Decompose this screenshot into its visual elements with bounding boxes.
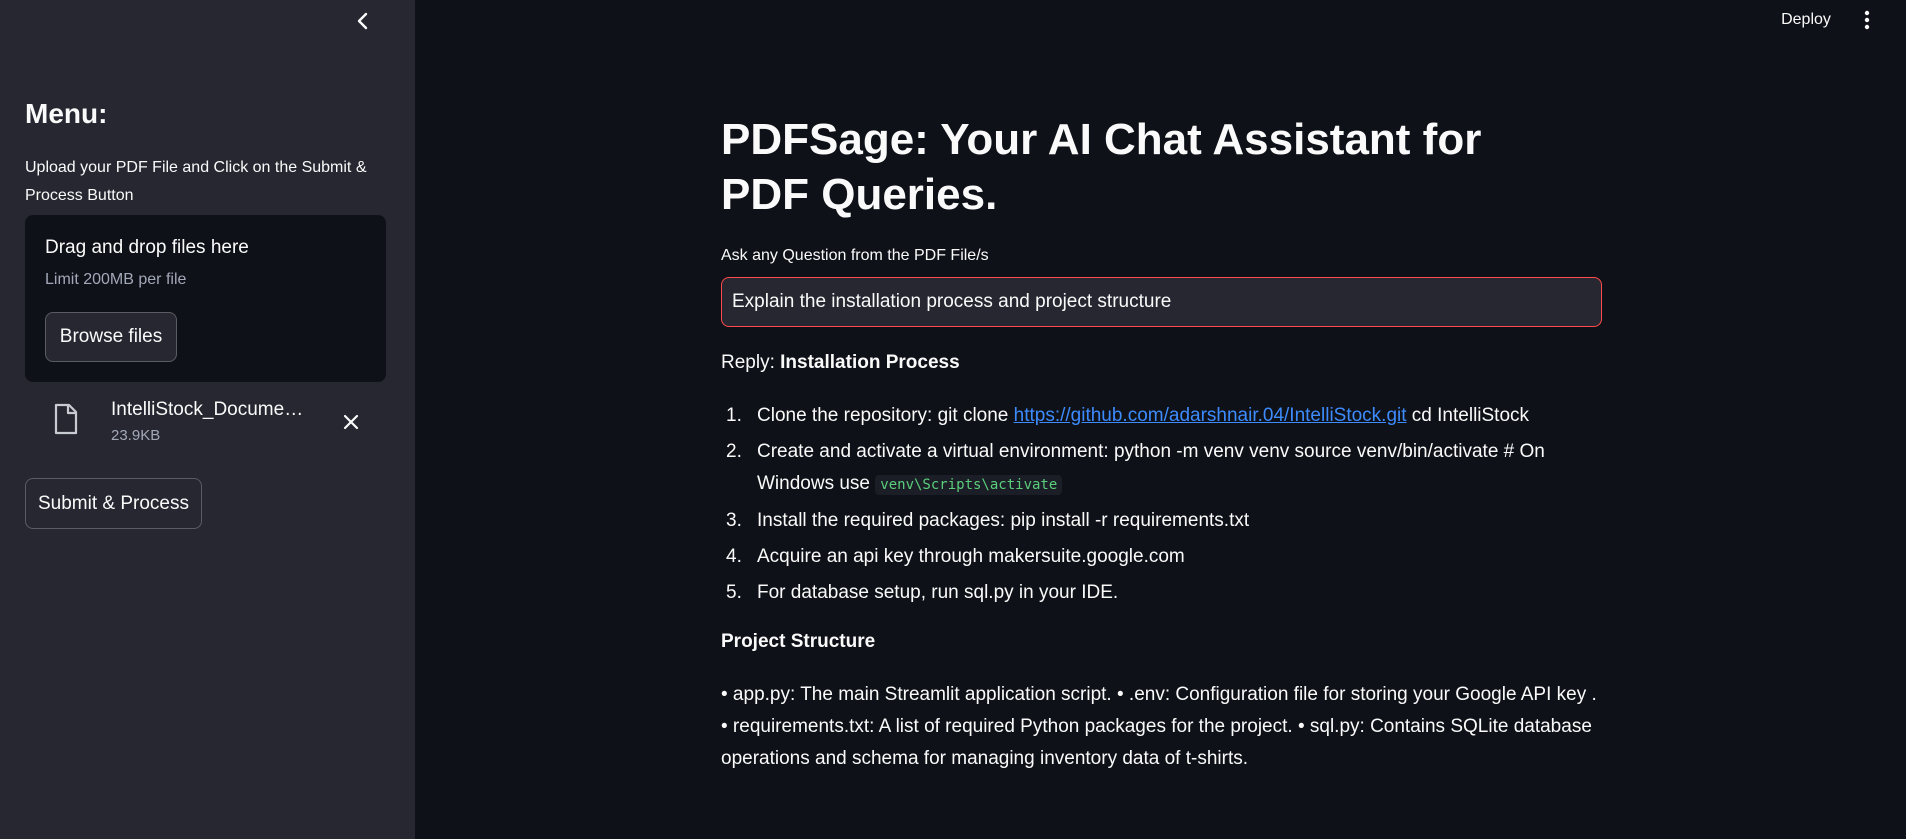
close-icon[interactable] [340,411,362,433]
dropzone-title: Drag and drop files here [45,237,249,258]
page-title: PDFSage: Your AI Chat Assistant for PDF … [721,115,1482,219]
step-number: 2. [726,441,742,462]
file-icon [54,403,78,435]
inline-code: venv\Scripts\activate [875,475,1063,495]
step-number: 5. [726,582,742,603]
file-name: IntelliStock_Documentat… [111,399,311,420]
list-item: 1. Clone the repository: git clone https… [721,400,1603,432]
step-text: Acquire an api key through makersuite.go… [757,546,1185,567]
sidebar-collapse-button[interactable] [352,8,374,34]
main-menu-button[interactable] [1856,6,1878,34]
question-label: Ask any Question from the PDF File/s [721,247,989,264]
step-text: Clone the repository: git clone [757,405,1014,426]
reply: Reply: Installation Process [721,352,1603,374]
sidebar: Menu: Upload your PDF File and Click on … [0,0,415,839]
step-number: 3. [726,510,742,531]
list-item: 2. Create and activate a virtual environ… [721,436,1603,501]
kebab-menu-icon [1864,10,1870,30]
browse-files-button[interactable]: Browse files [45,312,177,362]
dropzone-limit: Limit 200MB per file [45,271,187,288]
project-structure-body: • app.py: The main Streamlit application… [721,684,1597,769]
installation-steps: 1. Clone the repository: git clone https… [721,400,1603,613]
app: Menu: Upload your PDF File and Click on … [0,0,1906,839]
deploy-button[interactable]: Deploy [1768,6,1844,34]
chevron-left-icon [357,12,368,30]
repo-link[interactable]: https://github.com/adarshnair.04/Intelli… [1014,405,1407,426]
project-structure-heading: Project Structure [721,631,876,652]
step-text: For database setup, run sql.py in your I… [757,582,1119,603]
step-number: 1. [726,405,742,426]
list-item: 4. Acquire an api key through makersuite… [721,541,1603,573]
list-item: 5. For database setup, run sql.py in you… [721,577,1603,609]
file-size: 23.9KB [111,427,161,444]
menu-description: Upload your PDF File and Click on the Su… [25,159,367,204]
file-dropzone[interactable]: Drag and drop files here Limit 200MB per… [25,215,386,382]
reply-prefix: Reply: [721,352,781,373]
step-number: 4. [726,546,742,567]
step-text: Install the required packages: pip insta… [757,510,1250,531]
reply-heading: Installation Process [780,352,960,373]
question-input[interactable] [721,277,1602,327]
uploaded-file-item: IntelliStock_Documentat… 23.9KB [25,393,386,451]
step-text-after: cd IntelliStock [1406,405,1530,426]
submit-process-button[interactable]: Submit & Process [25,478,202,529]
list-item: 3. Install the required packages: pip in… [721,505,1603,537]
menu-title: Menu: [25,98,108,129]
